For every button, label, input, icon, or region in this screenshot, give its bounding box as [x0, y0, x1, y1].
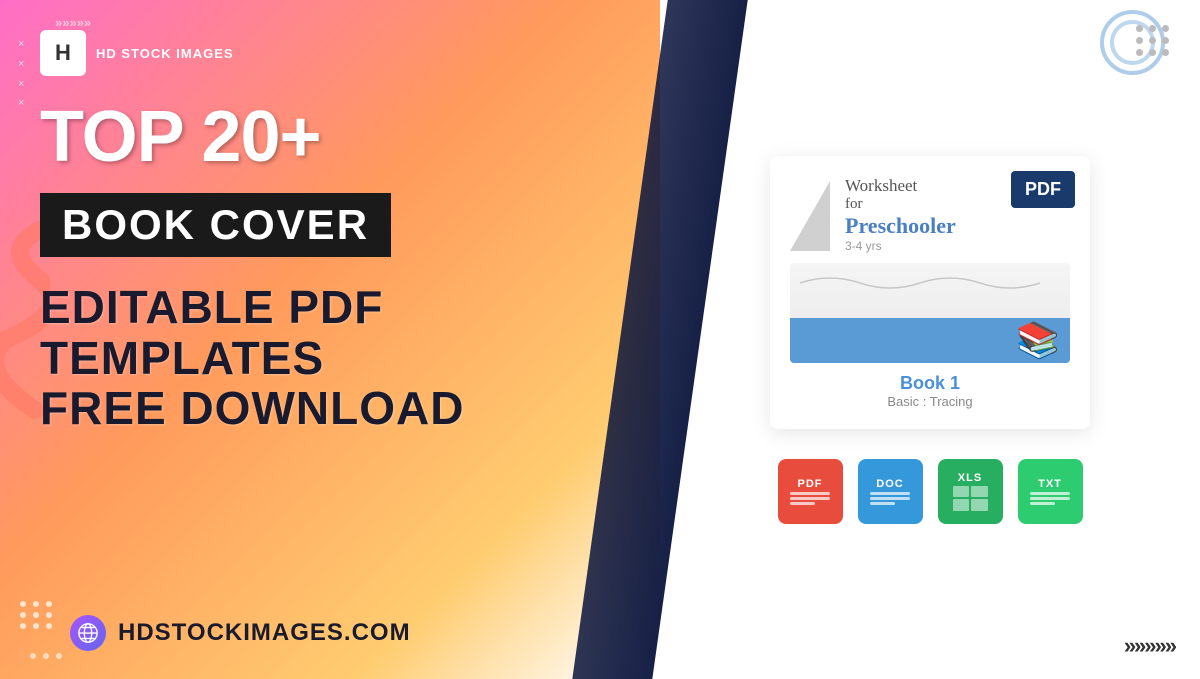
ws-title-line1: Worksheet [845, 176, 956, 196]
doc-format-icon: DOC [858, 459, 923, 524]
dots-top-right [1136, 25, 1170, 56]
pdf-badge: PDF [1011, 171, 1075, 208]
headline-top: TOP 20+ [40, 101, 640, 173]
website-url-area: HDSTOCKIMAGES.COM [70, 615, 411, 651]
editable-line2: FREE DOWNLOAD [40, 382, 464, 434]
right-content: PDF Worksheet for Preschooler 3-4 yrs 📚 [660, 0, 1200, 679]
book-preview-card: PDF Worksheet for Preschooler 3-4 yrs 📚 [770, 156, 1090, 429]
ws-age: 3-4 yrs [845, 239, 956, 253]
logo-letter: H [55, 40, 71, 66]
editable-pdf-text: EDITABLE PDF TEMPLATES FREE DOWNLOAD [40, 282, 640, 434]
book-info: Book 1 Basic : Tracing [790, 373, 1070, 409]
editable-line1: EDITABLE PDF TEMPLATES [40, 281, 383, 384]
book-number: Book 1 [790, 373, 1070, 394]
dots-bottom-left [20, 601, 54, 629]
triangle-deco [790, 181, 830, 251]
blue-bar: 📚 [790, 318, 1070, 363]
book-subtitle: Basic : Tracing [790, 394, 1070, 409]
logo-area: H HD STOCK IMAGES [40, 30, 640, 76]
book-cover-badge: BOOK COVER [40, 193, 391, 257]
ws-preschooler: Preschooler [845, 213, 956, 239]
logo-text: HD STOCK IMAGES [96, 46, 234, 61]
bottom-right-chevrons: »»»»» [1124, 633, 1175, 659]
logo-box: H [40, 30, 86, 76]
globe-icon [70, 615, 106, 651]
book-illustration: 📚 [790, 263, 1070, 363]
dots-bottom-left-2 [30, 653, 64, 659]
website-url-text: HDSTOCKIMAGES.COM [118, 619, 411, 647]
pdf-format-icon: PDF [778, 459, 843, 524]
txt-format-icon: TXT [1018, 459, 1083, 524]
format-icons-row: PDF DOC XLS TXT [778, 459, 1083, 524]
book-title-area: Worksheet for Preschooler 3-4 yrs [845, 176, 956, 253]
left-content: H HD STOCK IMAGES TOP 20+ BOOK COVER EDI… [0, 0, 680, 679]
ws-title-line2: for [845, 196, 956, 213]
xls-format-icon: XLS [938, 459, 1003, 524]
x-marks-deco: × × × × [18, 35, 24, 114]
top-arrows-deco: »»»»» [55, 15, 91, 30]
girl-reading-icon: 📚 [1016, 320, 1060, 361]
